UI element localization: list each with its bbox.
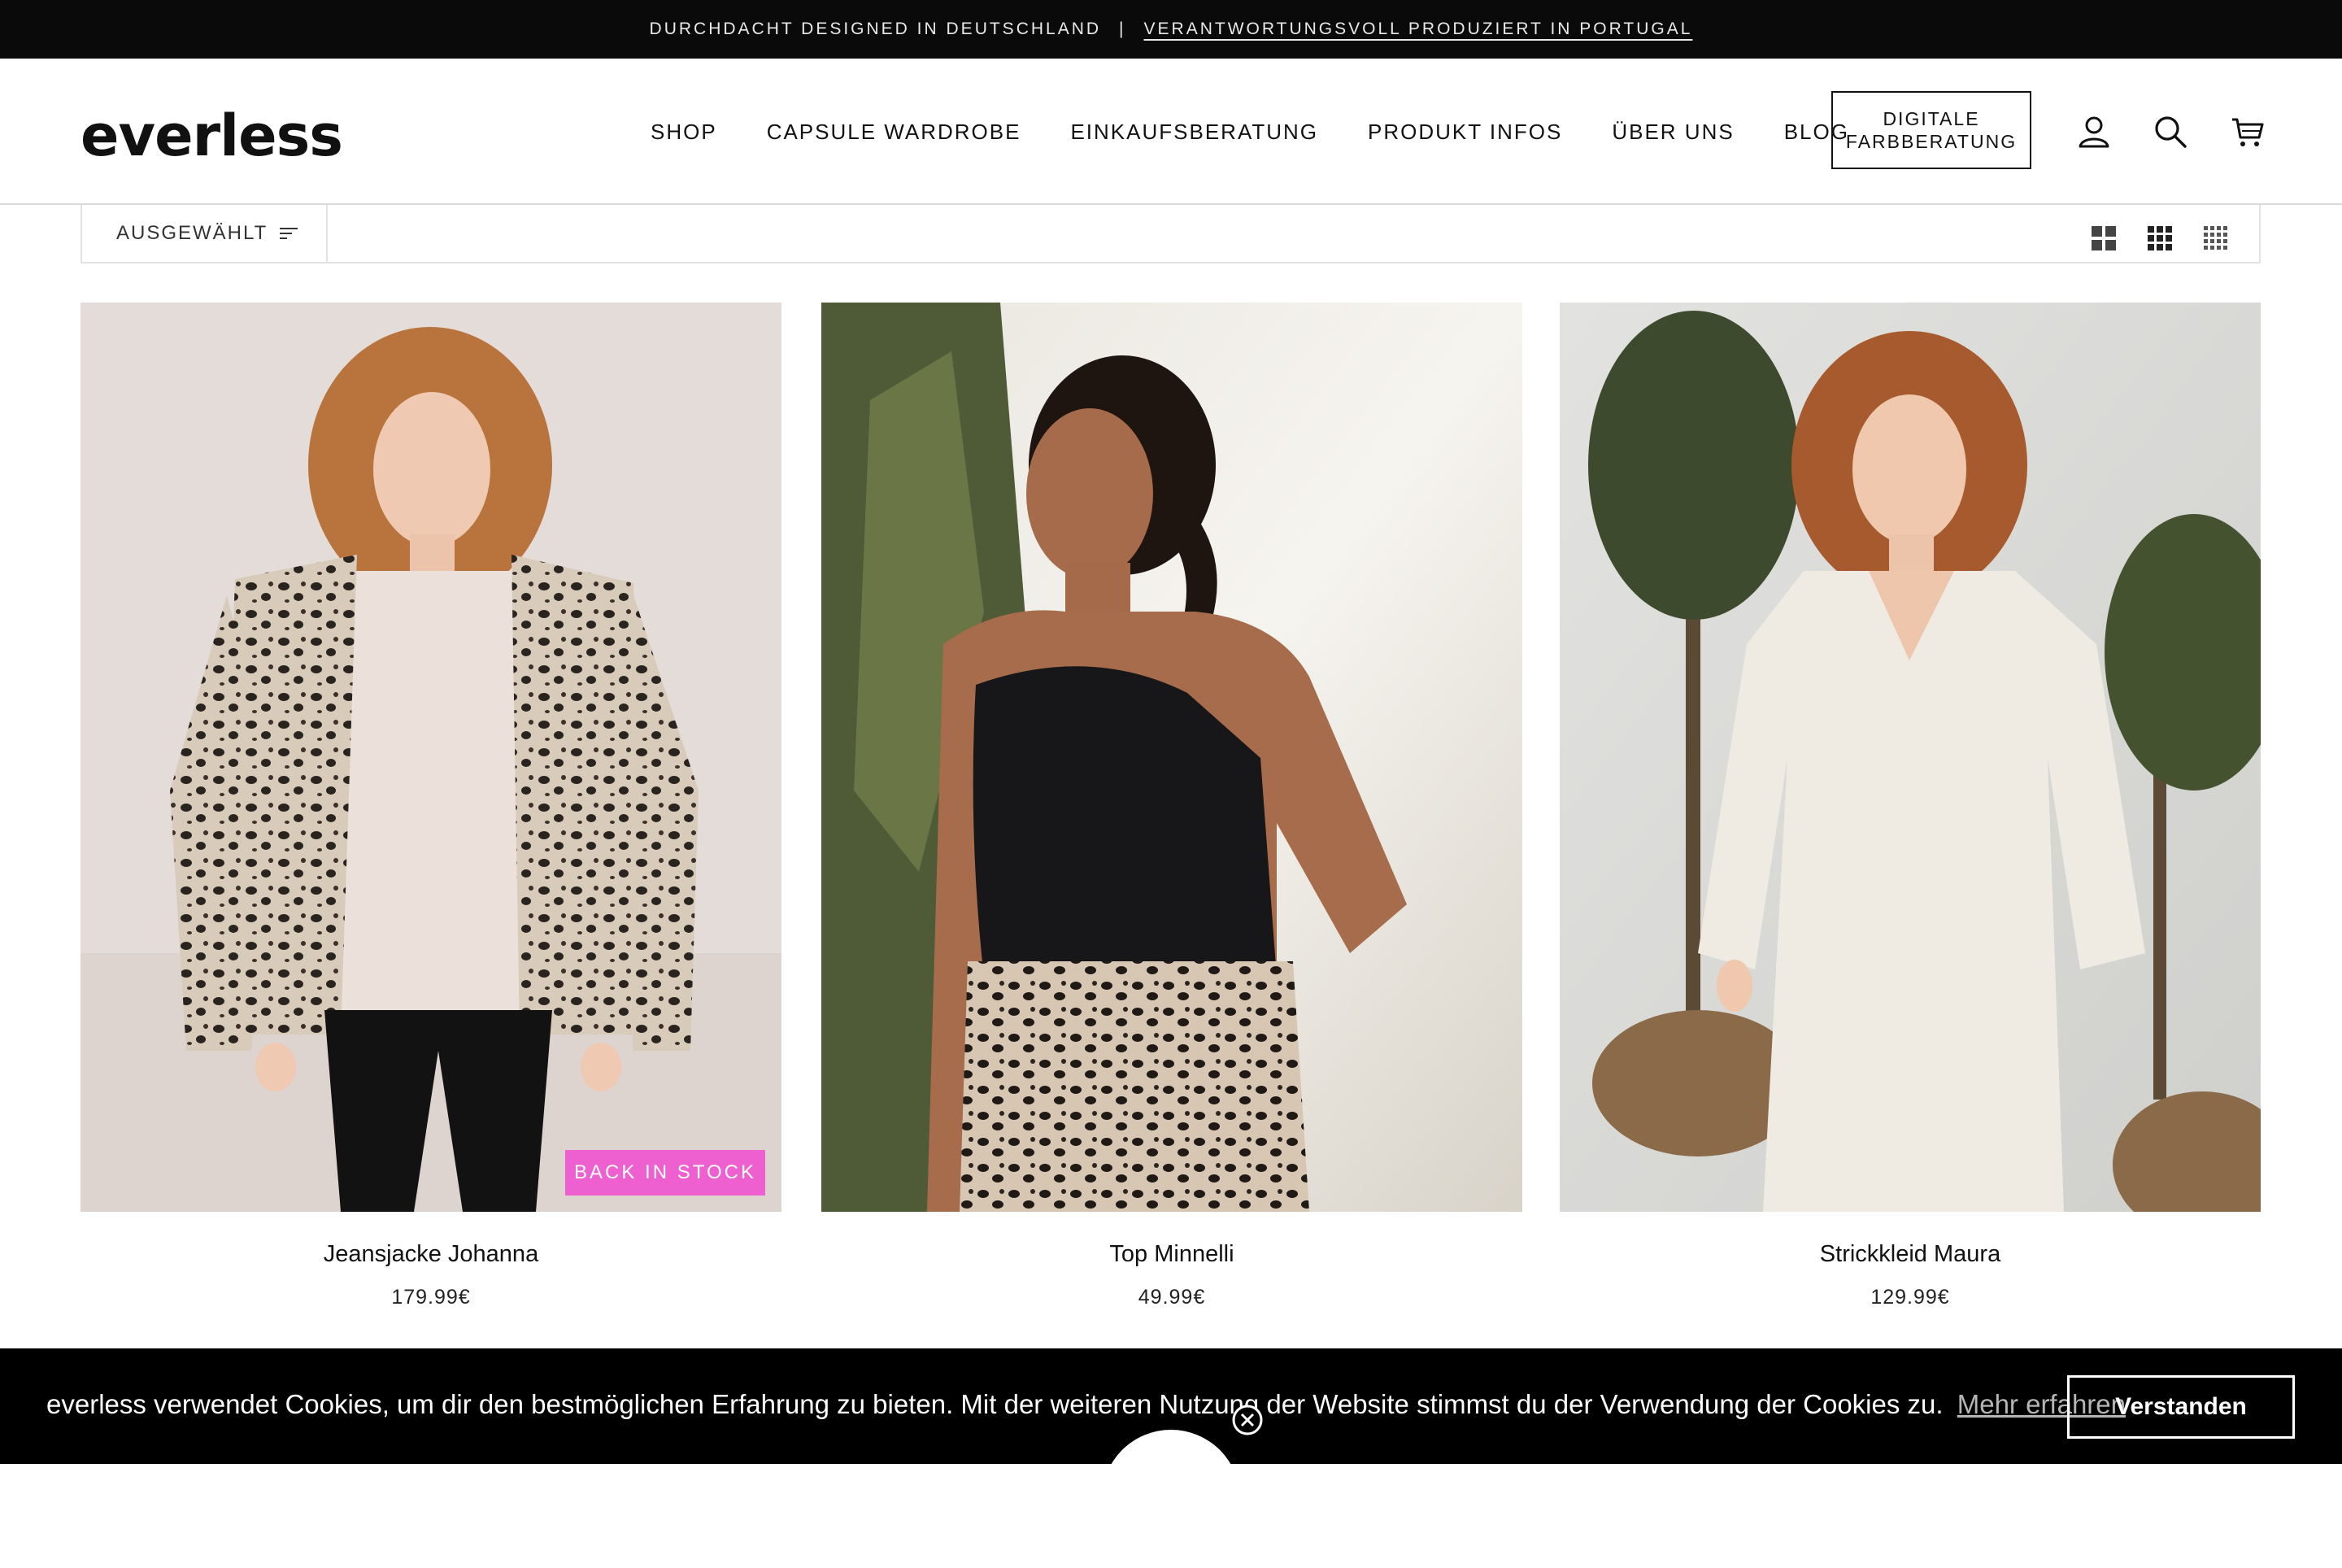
back-in-stock-badge: BACK IN STOCK bbox=[565, 1150, 765, 1196]
digitale-farbberatung-button[interactable]: DIGITALE FARBBERATUNG bbox=[1831, 91, 2031, 169]
product-card-strickkleid-maura[interactable]: Strickkleid Maura 129.99€ bbox=[1560, 303, 2261, 1309]
chat-widget-bubble[interactable] bbox=[1102, 1430, 1240, 1568]
product-photo bbox=[1560, 303, 2261, 1212]
grid-large-icon[interactable] bbox=[2090, 224, 2118, 252]
logo[interactable]: everless bbox=[81, 102, 343, 169]
cookie-message: everless verwendet Cookies, um dir den b… bbox=[46, 1389, 1944, 1419]
site-header: everless SHOP CAPSULE WARDROBE EINKAUFSB… bbox=[0, 59, 2342, 205]
announcement-bar: DURCHDACHT DESIGNED IN DEUTSCHLAND | VER… bbox=[0, 0, 2342, 59]
main-nav: SHOP CAPSULE WARDROBE EINKAUFSBERATUNG P… bbox=[651, 115, 1899, 148]
nav-item-einkaufsberatung[interactable]: EINKAUFSBERATUNG bbox=[1070, 120, 1318, 145]
product-card-jeansjacke-johanna[interactable]: BACK IN STOCK Jeansjacke Johanna 179.99€ bbox=[81, 303, 781, 1309]
cookie-message-row: everless verwendet Cookies, um dir den b… bbox=[46, 1389, 2126, 1420]
product-price: 129.99€ bbox=[1870, 1286, 1950, 1309]
sort-label: AUSGEWÄHLT bbox=[116, 222, 268, 244]
cart-icon[interactable] bbox=[2230, 114, 2266, 150]
nav-item-produkt-infos[interactable]: PRODUKT INFOS bbox=[1368, 120, 1562, 145]
grid-small-icon[interactable] bbox=[2202, 224, 2230, 252]
product-photo bbox=[821, 303, 1522, 1212]
cta-line1: DIGITALE bbox=[1883, 108, 1980, 129]
sort-dropdown[interactable]: AUSGEWÄHLT bbox=[82, 205, 328, 262]
product-title[interactable]: Top Minnelli bbox=[821, 1241, 1522, 1268]
cookie-accept-button[interactable]: Verstanden bbox=[2067, 1375, 2295, 1439]
product-image-jeansjacke[interactable]: BACK IN STOCK bbox=[81, 303, 781, 1212]
product-title[interactable]: Strickkleid Maura bbox=[1560, 1241, 2261, 1268]
product-card-top-minnelli[interactable]: Top Minnelli 49.99€ bbox=[821, 303, 1522, 1309]
close-icon[interactable] bbox=[1231, 1404, 1264, 1436]
collection-toolbar: AUSGEWÄHLT bbox=[81, 205, 2261, 264]
sort-icon bbox=[280, 228, 298, 239]
nav-item-shop[interactable]: SHOP bbox=[651, 120, 717, 145]
product-photo bbox=[81, 303, 781, 1212]
announcement-left: DURCHDACHT DESIGNED IN DEUTSCHLAND bbox=[649, 20, 1102, 38]
product-title[interactable]: Jeansjacke Johanna bbox=[81, 1241, 781, 1268]
nav-item-capsule-wardrobe[interactable]: CAPSULE WARDROBE bbox=[767, 120, 1021, 145]
announcement-link[interactable]: VERANTWORTUNGSVOLL PRODUZIERT IN PORTUGA… bbox=[1144, 20, 1693, 39]
product-price: 49.99€ bbox=[1138, 1286, 1206, 1309]
grid-medium-icon[interactable] bbox=[2146, 224, 2174, 252]
account-icon[interactable] bbox=[2076, 114, 2112, 150]
search-icon[interactable] bbox=[2153, 114, 2188, 150]
nav-item-ueber-uns[interactable]: ÜBER UNS bbox=[1612, 120, 1734, 145]
cta-line2: FARBBERATUNG bbox=[1845, 131, 2018, 152]
product-image-strickkleid-maura[interactable] bbox=[1560, 303, 2261, 1212]
announcement-separator: | bbox=[1119, 20, 1126, 38]
product-image-top-minnelli[interactable] bbox=[821, 303, 1522, 1212]
product-price: 179.99€ bbox=[391, 1286, 471, 1309]
